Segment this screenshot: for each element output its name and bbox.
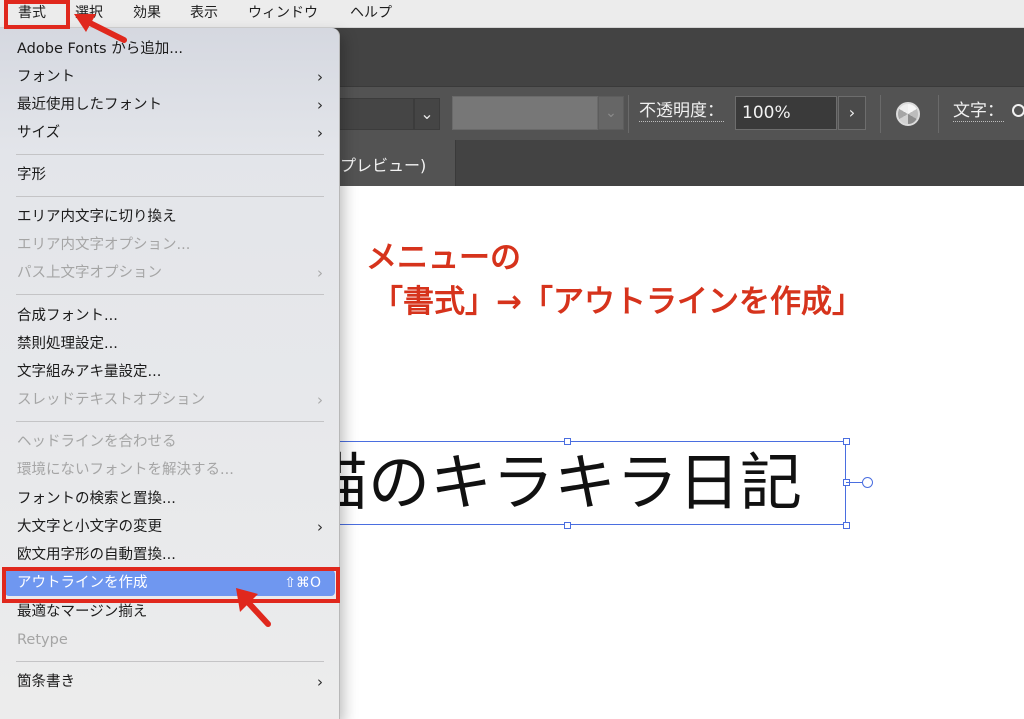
menubar-item-view[interactable]: 表示 [190,0,218,27]
callout-box-type-menu [4,0,70,29]
opacity-arrow-icon[interactable]: › [838,96,866,130]
menu-separator [16,661,324,662]
menu-item-label: 合成フォント... [17,308,118,324]
annotation-line-1: メニューの [366,240,521,276]
character-label[interactable]: 文字： [953,101,1004,122]
callout-box-create-outlines [2,567,340,603]
menu-item-label: Retype [17,632,68,648]
annotation-line-2: 「書式」→「アウトラインを作成」 [372,284,863,320]
submenu-arrow-icon: › [317,518,323,536]
menu-item-label: フォントの検索と置換... [17,491,176,507]
menu-item-label: ヘッドラインを合わせる [17,434,177,450]
submenu-arrow-icon: › [317,124,323,142]
bounding-handle-top[interactable] [564,438,571,445]
opacity-input[interactable]: 100% [735,96,837,130]
menu-item-area-type-toggle[interactable]: エリア内文字に切り換え [5,204,335,230]
menu-item-composite-fonts[interactable]: 合成フォント... [5,303,335,329]
menubar-item-window[interactable]: ウィンドウ [248,0,318,27]
search-icon[interactable] [1012,104,1024,117]
menu-item-label: エリア内文字オプション... [17,237,191,253]
font-size-dropdown-chevron-icon[interactable]: ⌄ [598,96,624,130]
control-divider [938,95,939,133]
menu-item-kinsoku[interactable]: 禁則処理設定... [5,331,335,357]
menu-item-smart-punctuation[interactable]: 欧文用字形の自動置換... [5,542,335,568]
menubar-item-help[interactable]: ヘルプ [350,0,392,27]
opacity-label[interactable]: 不透明度： [639,101,724,122]
bounding-handle-bottom-right[interactable] [843,522,850,529]
menu-item-recent-fonts[interactable]: 最近使用したフォント › [5,92,335,118]
menu-item-label: 欧文用字形の自動置換... [17,547,176,563]
menu-item-label: 文字組みアキ量設定... [17,364,162,380]
menu-separator [16,421,324,422]
menu-item-label: サイズ [17,125,61,141]
selection-bounding-box[interactable] [330,441,846,525]
menubar-item-effect[interactable]: 効果 [133,0,161,27]
menu-item-change-case[interactable]: 大文字と小文字の変更 › [5,514,335,540]
menu-item-label: 箇条書き [17,674,75,690]
menu-item-add-adobe-fonts[interactable]: Adobe Fonts から追加... [5,36,335,62]
font-size-field[interactable] [452,96,598,130]
menu-item-label: スレッドテキストオプション [17,392,206,408]
menu-item-area-type-options: エリア内文字オプション... [5,232,335,258]
menu-item-bullets-numbering[interactable]: 箇条書き › [5,669,335,695]
bounding-handle-top-right[interactable] [843,438,850,445]
menu-separator [16,196,324,197]
submenu-arrow-icon: › [317,96,323,114]
menu-separator [16,294,324,295]
menu-item-label: パス上文字オプション [17,265,162,281]
menu-item-threaded-text-options: スレッドテキストオプション › [5,387,335,413]
menu-item-label: 字形 [17,167,46,183]
menu-item-font[interactable]: フォント › [5,64,335,90]
callout-arrow-outlines-icon [236,588,271,627]
menu-item-retype: Retype [5,627,335,653]
font-style-dropdown-chevron-icon[interactable]: ⌄ [414,98,440,130]
menu-item-label: 最近使用したフォント [17,97,162,113]
menu-item-mojikumi[interactable]: 文字組みアキ量設定... [5,359,335,385]
menu-bar: 書式 選択 効果 表示 ウィンドウ ヘルプ [0,0,1024,28]
callout-arrow-menubar-icon [74,14,127,43]
control-divider [880,95,881,133]
menu-item-label: 禁則処理設定... [17,336,118,352]
menu-item-label: 大文字と小文字の変更 [17,519,162,535]
menu-item-label: 環境にないフォントを解決する... [17,462,234,478]
menu-item-type-on-path-options: パス上文字オプション › [5,260,335,286]
menu-item-label: フォント [17,69,75,85]
menu-item-size[interactable]: サイズ › [5,120,335,146]
menu-item-resolve-missing-fonts: 環境にないフォントを解決する... [5,457,335,483]
submenu-arrow-icon: › [317,391,323,409]
menu-item-fit-headline: ヘッドラインを合わせる [5,429,335,455]
bounding-handle-bottom[interactable] [564,522,571,529]
menu-item-find-replace-font[interactable]: フォントの検索と置換... [5,486,335,512]
control-divider [628,95,629,133]
menu-item-glyphs[interactable]: 字形 [5,162,335,188]
document-tab-label: プレビュー) [340,156,427,175]
submenu-arrow-icon: › [317,68,323,86]
menu-item-label: エリア内文字に切り換え [17,209,177,225]
menu-separator [16,154,324,155]
menu-item-label: 最適なマージン揃え [17,604,148,620]
font-style-field[interactable] [330,98,414,130]
text-port-line [846,482,862,483]
submenu-arrow-icon: › [317,673,323,691]
recolor-artwork-icon[interactable] [896,102,920,126]
submenu-arrow-icon: › [317,264,323,282]
type-menu-dropdown: Adobe Fonts から追加... フォント › 最近使用したフォント › サイ… [0,28,340,719]
text-out-port[interactable] [862,477,873,488]
